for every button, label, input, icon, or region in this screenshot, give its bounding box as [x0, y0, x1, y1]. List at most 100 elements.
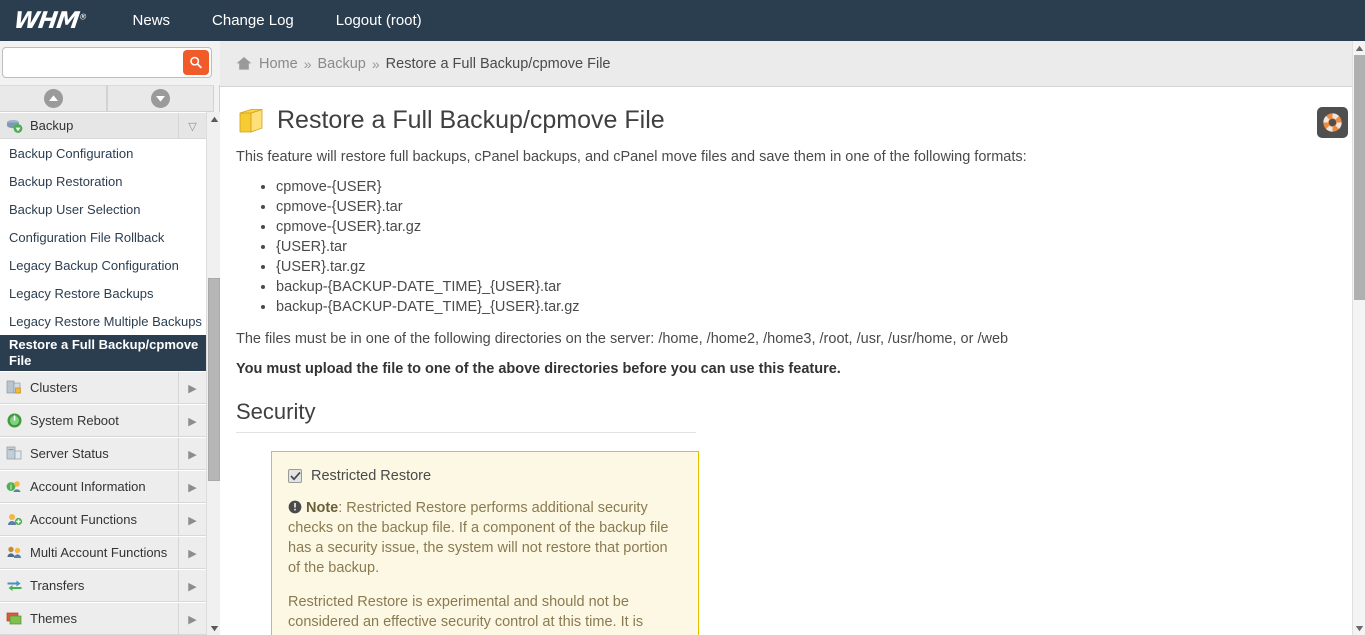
sidebar-group-label: Backup	[30, 118, 74, 133]
sidebar-group-label: Themes	[30, 611, 77, 626]
sidebar-item-restore-full-backup-cpmove-file[interactable]: Restore a Full Backup/cpmove File	[0, 335, 206, 371]
trademark-mark: ®	[78, 11, 88, 21]
sidebar-item-legacy-backup-configuration[interactable]: Legacy Backup Configuration	[0, 251, 206, 279]
directories-text: The files must be in one of the followin…	[236, 331, 1009, 347]
restricted-restore-note: Note: Restricted Restore performs additi…	[288, 498, 680, 578]
breadcrumb: Home » Backup » Restore a Full Backup/cp…	[220, 41, 1352, 87]
whm-logo[interactable]: WHM®	[12, 8, 88, 34]
themes-icon	[6, 610, 23, 627]
note-label: Note	[306, 500, 339, 516]
search-button[interactable]	[183, 50, 209, 75]
section-heading-security: Security	[236, 399, 696, 433]
nav-link-change-log[interactable]: Change Log	[210, 8, 296, 33]
intro-text: This feature will restore full backups, …	[236, 149, 1027, 165]
collapse-all-button[interactable]	[0, 85, 107, 112]
sidebar-group-account-functions[interactable]: Account Functions ▶	[0, 503, 206, 536]
transfers-icon	[6, 577, 23, 594]
restricted-restore-alert: Restricted Restore Note: Restricted Rest…	[271, 451, 699, 635]
help-button[interactable]	[1317, 107, 1348, 138]
sidebar-item-configuration-file-rollback[interactable]: Configuration File Rollback	[0, 223, 206, 251]
page-scroll-up-arrow-icon[interactable]	[1353, 41, 1365, 55]
page-scroll-down-arrow-icon[interactable]	[1353, 621, 1365, 635]
sidebar-group-account-information[interactable]: i Account Information ▶	[0, 470, 206, 503]
breadcrumb-home[interactable]: Home	[259, 56, 298, 72]
scroll-up-arrow-icon[interactable]	[207, 112, 221, 126]
chevron-right-icon[interactable]: ▶	[178, 405, 206, 437]
sidebar-group-multi-account-functions[interactable]: Multi Account Functions ▶	[0, 536, 206, 569]
chevron-right-icon[interactable]: ▶	[178, 603, 206, 635]
whm-logo-text: WHM	[12, 7, 81, 34]
page-scroll-thumb[interactable]	[1354, 55, 1365, 300]
note-body: : Restricted Restore performs additional…	[288, 500, 669, 576]
chevron-down-circle-icon	[151, 89, 170, 108]
svg-text:i: i	[10, 483, 12, 492]
chevron-right-icon[interactable]: ▶	[178, 504, 206, 536]
multi-account-icon	[6, 544, 23, 561]
sidebar-item-legacy-restore-multiple-backups[interactable]: Legacy Restore Multiple Backups	[0, 307, 206, 335]
chevron-right-icon[interactable]: ▶	[178, 537, 206, 569]
format-item: backup-{BACKUP-DATE_TIME}_{USER}.tar.gz	[276, 297, 1352, 317]
format-item: {USER}.tar	[276, 237, 1352, 257]
breadcrumb-backup[interactable]: Backup	[317, 56, 365, 72]
chevron-right-icon[interactable]: ▶	[178, 372, 206, 404]
power-icon	[6, 412, 23, 429]
server-icon	[6, 445, 23, 462]
sidebar-search-row	[0, 41, 220, 85]
sidebar-item-legacy-restore-backups[interactable]: Legacy Restore Backups	[0, 279, 206, 307]
sidebar-group-label: Server Status	[30, 446, 109, 461]
expand-all-button[interactable]	[107, 85, 214, 112]
sidebar-item-backup-restoration[interactable]: Backup Restoration	[0, 167, 206, 195]
experimental-warning-text: Restricted Restore is experimental and s…	[288, 594, 672, 635]
top-header-bar: WHM® News Change Log Logout (root)	[0, 0, 1365, 41]
checkmark-icon	[289, 471, 301, 481]
sidebar-group-clusters[interactable]: Clusters ▶	[0, 371, 206, 404]
format-list: cpmove-{USER} cpmove-{USER}.tar cpmove-{…	[236, 177, 1352, 317]
restricted-restore-label: Restricted Restore	[311, 468, 432, 484]
backup-icon	[6, 117, 23, 134]
sidebar-group-transfers[interactable]: Transfers ▶	[0, 569, 206, 602]
chevron-up-circle-icon	[43, 89, 63, 108]
breadcrumb-separator: »	[303, 55, 312, 72]
format-item: cpmove-{USER}	[276, 177, 1352, 197]
chevron-right-icon[interactable]: ▶	[178, 438, 206, 470]
sidebar-group-server-status[interactable]: Server Status ▶	[0, 437, 206, 470]
sidebar-group-label: Clusters	[30, 380, 78, 395]
chevron-right-icon[interactable]: ▶	[178, 471, 206, 503]
search-input[interactable]	[3, 48, 181, 77]
chevron-right-icon[interactable]: ▶	[178, 570, 206, 602]
sidebar-item-backup-configuration[interactable]: Backup Configuration	[0, 139, 206, 167]
account-functions-icon	[6, 511, 23, 528]
sidebar-scroll-thumb[interactable]	[208, 278, 220, 481]
search-box	[2, 47, 212, 78]
format-item: {USER}.tar.gz	[276, 257, 1352, 277]
sidebar-group-label: Transfers	[30, 578, 85, 593]
sidebar-nav-list: Backup ▽ Backup Configuration Backup Res…	[0, 112, 206, 635]
format-item: cpmove-{USER}.tar.gz	[276, 217, 1352, 237]
sidebar-group-label: Account Information	[30, 479, 146, 494]
upload-requirement-note: You must upload the file to one of the a…	[236, 361, 841, 377]
sidebar-scrollbar[interactable]	[206, 112, 220, 635]
page-title-row: Restore a Full Backup/cpmove File	[236, 105, 1352, 135]
main-content: Restore a Full Backup/cpmove File This f…	[220, 87, 1352, 635]
clusters-icon	[6, 379, 23, 396]
restricted-restore-checkbox[interactable]	[288, 469, 302, 483]
home-icon[interactable]	[236, 56, 252, 71]
sidebar-item-backup-user-selection[interactable]: Backup User Selection	[0, 195, 206, 223]
search-icon	[190, 56, 202, 69]
breadcrumb-current: Restore a Full Backup/cpmove File	[385, 55, 611, 72]
chevron-down-icon[interactable]: ▽	[178, 113, 206, 139]
lifebuoy-icon	[1323, 113, 1342, 132]
sidebar-group-system-reboot[interactable]: System Reboot ▶	[0, 404, 206, 437]
sidebar-group-themes[interactable]: Themes ▶	[0, 602, 206, 635]
scroll-down-arrow-icon[interactable]	[207, 621, 221, 635]
yellow-box-icon	[236, 105, 266, 135]
sidebar-group-backup[interactable]: Backup ▽	[0, 112, 206, 139]
page-scrollbar[interactable]	[1352, 41, 1365, 635]
sidebar-group-label: Account Functions	[30, 512, 137, 527]
restricted-restore-row[interactable]: Restricted Restore	[288, 468, 680, 484]
nav-link-logout[interactable]: Logout (root)	[334, 8, 424, 33]
info-circle-icon	[288, 500, 302, 514]
nav-link-news[interactable]: News	[131, 8, 173, 33]
format-item: cpmove-{USER}.tar	[276, 197, 1352, 217]
sidebar-group-label: System Reboot	[30, 413, 119, 428]
